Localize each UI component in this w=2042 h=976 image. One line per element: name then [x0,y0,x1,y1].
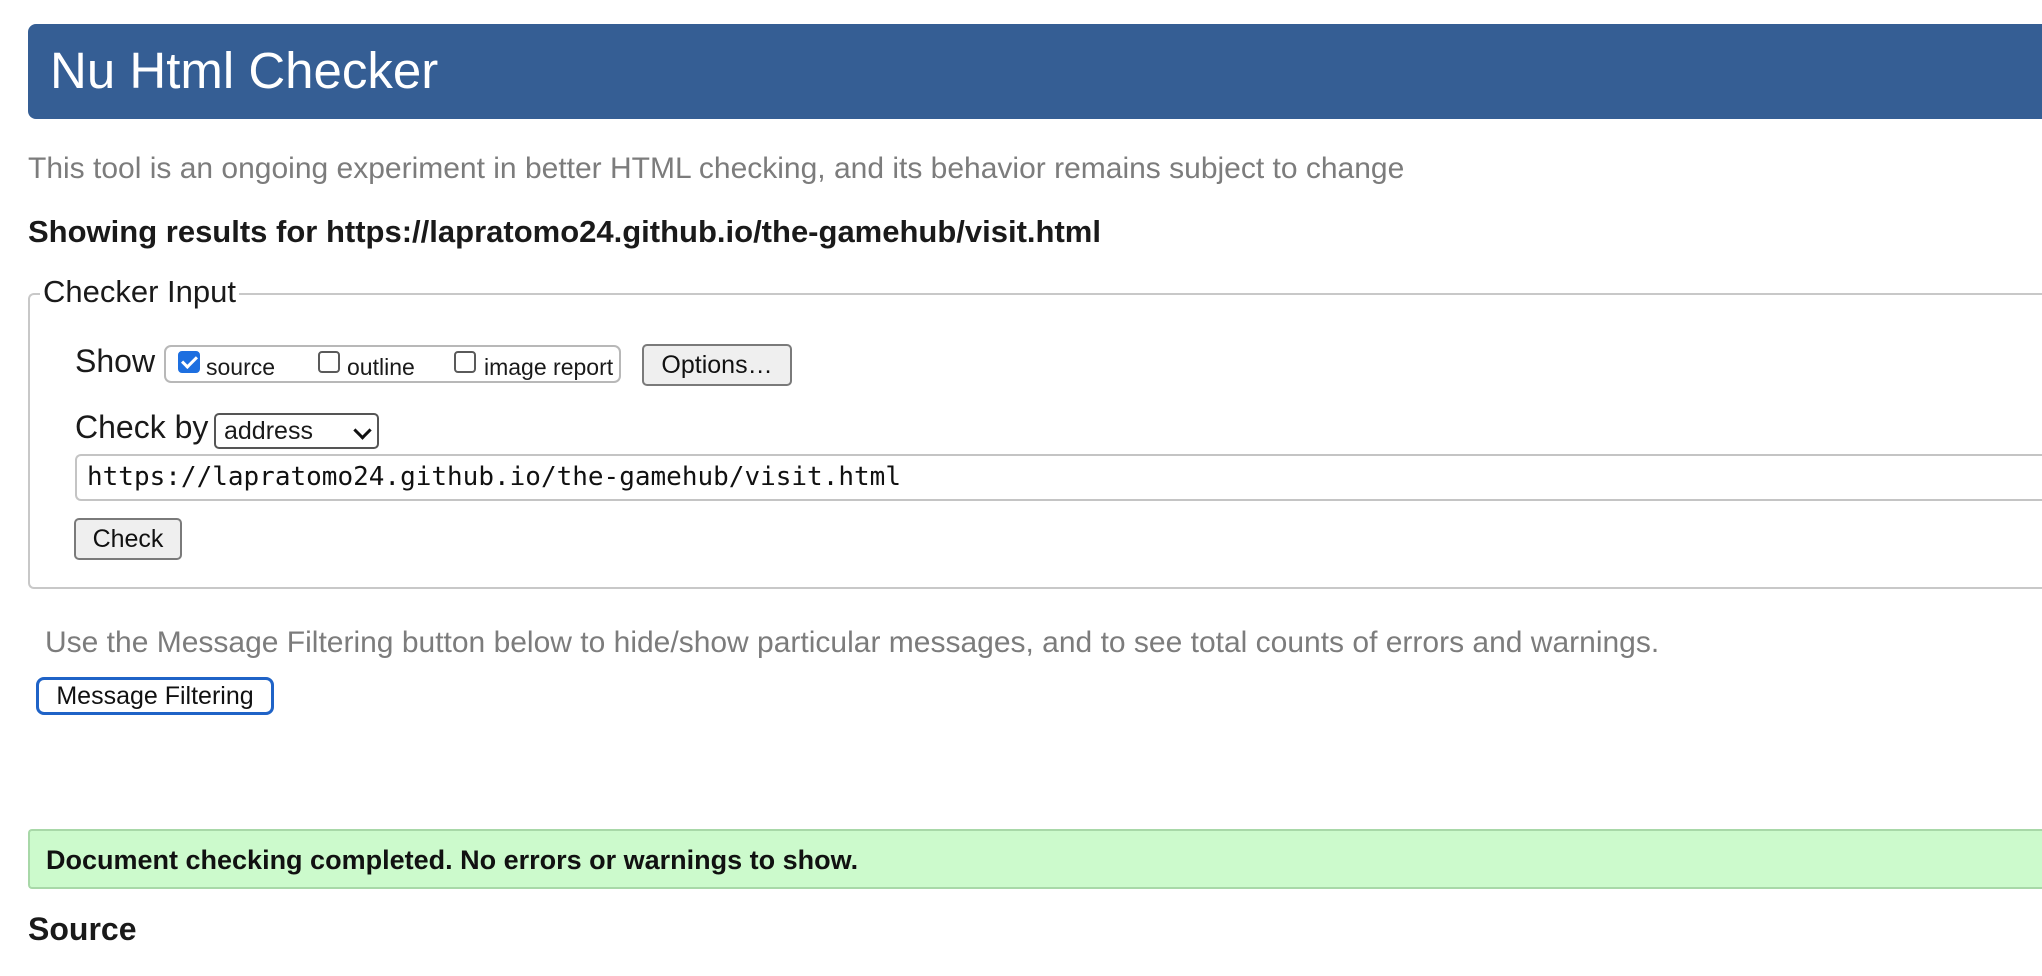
status-success-bar: Document checking completed. No errors o… [28,829,2042,889]
chevron-down-icon [353,421,372,440]
image-report-checkbox[interactable] [454,351,476,373]
show-label: Show [75,343,156,379]
show-options-group: source outline image report [164,345,621,383]
results-heading-prefix: Showing results for [28,214,326,249]
source-heading: Source [28,911,137,947]
filtering-note: Use the Message Filtering button below t… [45,626,1660,659]
results-heading: Showing results for https://lapratomo24.… [28,214,1101,250]
check-by-select[interactable]: address [214,413,379,449]
page-title: Nu Html Checker [50,42,439,99]
status-message: Document checking completed. No errors o… [46,845,859,875]
check-by-label: Check by [75,409,209,445]
outline-checkbox-label[interactable]: outline [347,354,415,381]
results-url: https://lapratomo24.github.io/the-gamehu… [325,214,1101,249]
intro-text: This tool is an ongoing experiment in be… [28,152,1405,185]
options-button[interactable]: Options… [642,344,792,386]
message-filtering-button[interactable]: Message Filtering [36,677,274,715]
source-checkbox[interactable] [178,351,200,373]
outline-checkbox[interactable] [318,351,340,373]
page: Nu Html Checker This tool is an ongoing … [0,0,2042,976]
source-checkbox-label[interactable]: source [206,354,275,381]
checker-input-legend: Checker Input [40,274,239,310]
check-by-selected-value: address [224,417,313,445]
header-bar: Nu Html Checker [28,24,2042,119]
check-button[interactable]: Check [74,518,182,560]
image-report-checkbox-label[interactable]: image report [484,354,613,381]
url-input[interactable]: https://lapratomo24.github.io/the-gamehu… [75,454,2042,501]
